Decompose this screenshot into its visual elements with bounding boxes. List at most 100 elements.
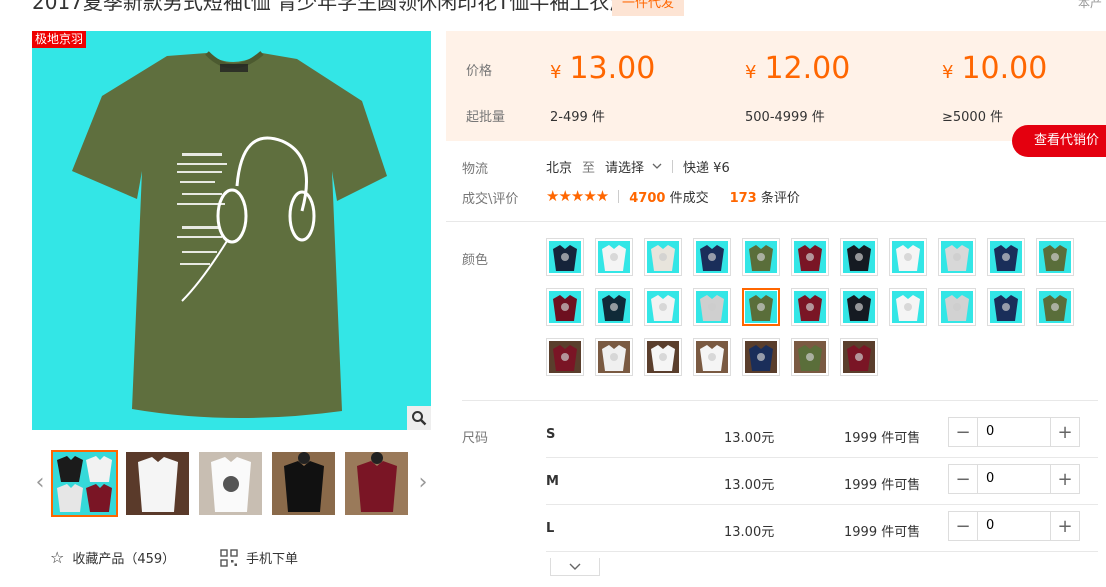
tier-price-1: ¥13.00 [550,51,656,86]
express-fee: 快递 ¥6 [683,160,730,176]
color-swatch-5[interactable] [742,238,780,276]
to-word: 至 [582,160,596,176]
color-swatch-2[interactable] [595,238,633,276]
view-agent-price-button[interactable]: 查看代销价 [1012,125,1106,157]
tier-price-2: ¥12.00 [745,51,851,86]
decrement-button[interactable]: − [949,418,977,446]
color-swatch-29[interactable] [840,338,878,376]
quantity-input[interactable] [977,465,1051,493]
thumbnail-4[interactable] [272,452,335,515]
color-swatch-20[interactable] [938,288,976,326]
color-swatch-12[interactable] [546,288,584,326]
color-swatch-18[interactable] [840,288,878,326]
color-swatch-22[interactable] [1036,288,1074,326]
color-swatch-11[interactable] [1036,238,1074,276]
brand-tag: 极地京羽 [32,31,87,48]
size-stock: 1999 件可售 [844,478,921,493]
top-right-link[interactable]: 本产 [1078,0,1102,11]
color-swatch-3[interactable] [644,238,682,276]
color-swatch-16[interactable] [742,288,780,326]
size-price: 13.00元 [724,431,775,446]
row-divider [546,504,1098,505]
ship-from: 北京 [546,160,573,176]
product-title: 2017夏季新款男式短袖t恤 青少年学生圆领休闲印花T恤半袖上衣潮 [32,0,630,14]
zoom-button[interactable] [407,406,431,430]
color-swatch-13[interactable] [595,288,633,326]
size-name: L [546,521,555,536]
size-row-l: L 13.00元 1999 件可售 − + [546,507,1098,553]
thumbnail-1[interactable] [51,450,118,517]
quantity-stepper: − + [948,464,1080,494]
magnifier-icon [412,411,427,426]
decrement-button[interactable]: − [949,465,977,493]
color-swatch-1[interactable] [546,238,584,276]
mobile-order-button[interactable]: 手机下单 [220,548,298,567]
currency-symbol: ¥ [942,62,954,83]
size-stock: 1999 件可售 [844,431,921,446]
favorite-button[interactable]: ☆ 收藏产品（459） [50,548,175,567]
mobile-order-label: 手机下单 [246,552,299,567]
color-swatch-25[interactable] [644,338,682,376]
size-row-m: M 13.00元 1999 件可售 − + [546,460,1098,506]
size-price: 13.00元 [724,478,775,493]
quantity-stepper: − + [948,511,1080,541]
color-swatch-28[interactable] [791,338,829,376]
deal-count[interactable]: 4700 件成交 [629,187,708,206]
size-label: 尺码 [462,431,489,446]
star-outline-icon: ☆ [50,548,65,567]
price-panel: 价格 起批量 ¥13.00 ¥12.00 ¥10.00 2-499 件 500-… [446,31,1106,141]
color-swatch-24[interactable] [595,338,633,376]
color-label: 颜色 [462,253,489,268]
tier-price-3: ¥10.00 [942,51,1048,86]
logistics-label: 物流 [462,162,489,177]
decrement-button[interactable]: − [949,512,977,540]
qrcode-icon [220,548,238,567]
section-divider [446,221,1106,222]
price-label: 价格 [466,64,493,79]
chevron-down-icon [569,563,581,570]
color-swatch-26[interactable] [693,338,731,376]
currency-symbol: ¥ [745,62,757,83]
size-row-s: S 13.00元 1999 件可售 − + [546,413,1098,459]
color-swatch-10[interactable] [987,238,1025,276]
color-swatch-7[interactable] [840,238,878,276]
tier-range-3: ≥5000 件 [942,110,1004,125]
review-count[interactable]: 173 条评价 [730,187,800,206]
expand-sizes-button[interactable] [550,558,600,576]
color-swatch-27[interactable] [742,338,780,376]
quantity-input[interactable] [977,512,1051,540]
size-name: M [546,474,559,489]
quantity-input[interactable] [977,418,1051,446]
color-swatch-14[interactable] [644,288,682,326]
row-divider [546,551,1098,552]
next-arrow-icon[interactable]: › [415,464,431,500]
color-swatch-6[interactable] [791,238,829,276]
moq-label: 起批量 [466,110,506,125]
logistics-info: 北京 至 请选择 快递 ¥6 [546,157,730,176]
size-name: S [546,427,556,442]
thumbnail-3[interactable] [199,452,262,515]
deal-info: ★★★★★ 4700 件成交 173 条评价 [546,187,800,206]
color-swatch-15[interactable] [693,288,731,326]
color-swatch-23[interactable] [546,338,584,376]
increment-button[interactable]: + [1051,512,1079,540]
currency-symbol: ¥ [550,62,562,83]
size-price: 13.00元 [724,525,775,540]
color-swatch-9[interactable] [938,238,976,276]
color-swatch-4[interactable] [693,238,731,276]
color-swatch-8[interactable] [889,238,927,276]
rating-stars: ★★★★★ [546,187,609,205]
increment-button[interactable]: + [1051,465,1079,493]
tshirt-illustration [72,51,387,419]
destination-select[interactable]: 请选择 [605,157,662,176]
deal-review-label: 成交\评价 [462,192,519,207]
color-swatch-17[interactable] [791,288,829,326]
tier-range-1: 2-499 件 [550,110,605,125]
prev-arrow-icon[interactable]: ‹ [32,464,48,500]
section-divider [462,400,1098,401]
color-swatch-19[interactable] [889,288,927,326]
color-swatch-21[interactable] [987,288,1025,326]
thumbnail-2[interactable] [126,452,189,515]
increment-button[interactable]: + [1051,418,1079,446]
thumbnail-5[interactable] [345,452,408,515]
